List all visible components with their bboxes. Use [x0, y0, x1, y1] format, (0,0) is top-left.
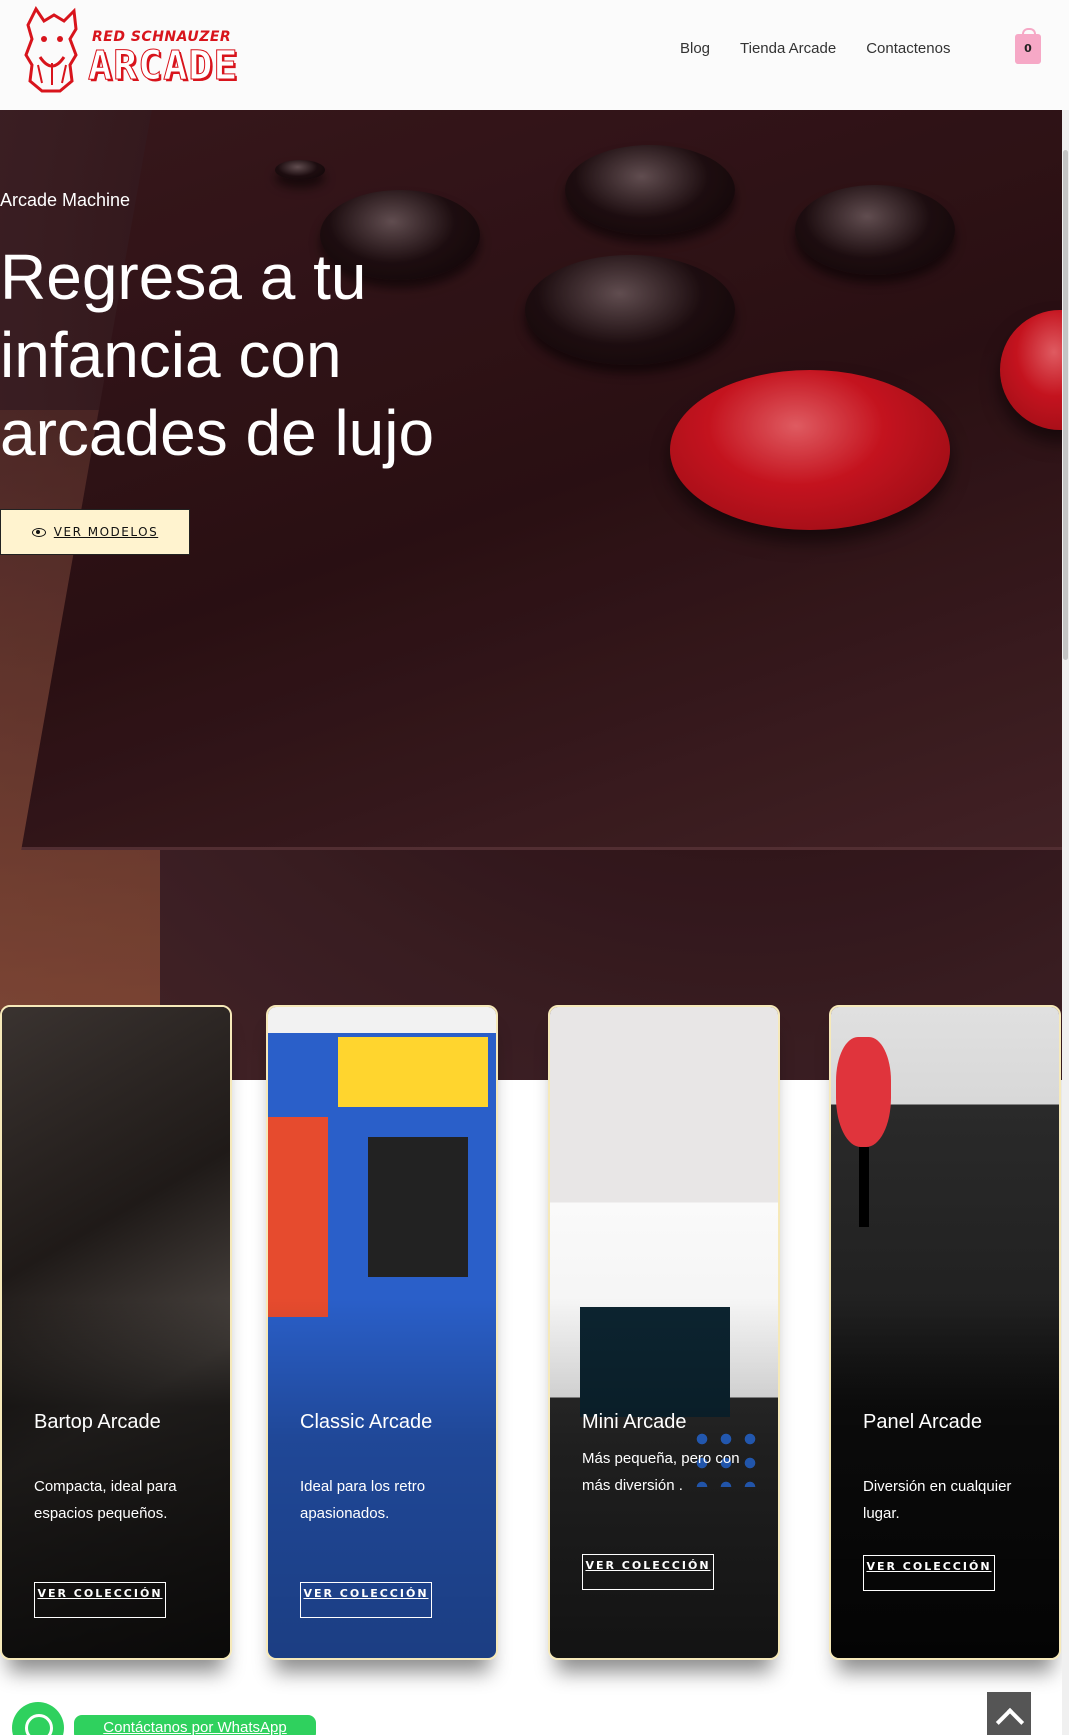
- logo-wordmark: ARCADE: [88, 43, 239, 90]
- card-description: Ideal para los retro apasionados.: [300, 1478, 426, 1522]
- whatsapp-contact-button[interactable]: Contáctanos por WhatsApp: [74, 1715, 316, 1735]
- card-title: Classic Arcade: [300, 1411, 433, 1433]
- page: RED SCHNAUZER ARCADE Blog Tienda Arcade …: [0, 0, 1069, 1735]
- nav-link-contactenos[interactable]: Contactenos: [866, 40, 950, 57]
- site-logo[interactable]: RED SCHNAUZER ARCADE: [20, 5, 238, 97]
- collection-card-classic[interactable]: Classic Arcade Ideal para los retro apas…: [266, 1005, 498, 1660]
- main-nav: Blog Tienda Arcade Contactenos: [680, 40, 950, 57]
- card-description: Diversión en cualquier lugar.: [863, 1478, 1012, 1522]
- scrollbar-thumb[interactable]: [1063, 150, 1068, 660]
- nav-link-blog[interactable]: Blog: [680, 40, 710, 57]
- card-title: Bartop Arcade: [34, 1411, 161, 1433]
- site-header: RED SCHNAUZER ARCADE Blog Tienda Arcade …: [0, 0, 1069, 110]
- ver-coleccion-button[interactable]: VER COLECCIÓN: [863, 1555, 995, 1591]
- cabinet-screen: [368, 1137, 468, 1277]
- ver-coleccion-button[interactable]: VER COLECCIÓN: [582, 1554, 714, 1590]
- hero-title: Regresa a tu infancia con arcades de luj…: [0, 241, 435, 469]
- collection-card-mini[interactable]: Mini Arcade Más pequeña, pero con más di…: [548, 1005, 780, 1660]
- hero-section: Arcade Machine Regresa a tu infancia con…: [0, 110, 1062, 1080]
- card-description: Más pequeña, pero con más diversión .: [582, 1450, 740, 1494]
- cabinet-character: [268, 1117, 328, 1317]
- scroll-to-top-button[interactable]: [987, 1692, 1031, 1735]
- schnauzer-icon: [24, 6, 78, 93]
- ver-coleccion-button[interactable]: VER COLECCIÓN: [300, 1582, 432, 1618]
- card-title: Panel Arcade: [863, 1411, 982, 1433]
- cart-count: 0: [1024, 42, 1032, 55]
- ver-coleccion-button[interactable]: VER COLECCIÓN: [34, 1582, 166, 1618]
- cabinet-marquee: [338, 1037, 488, 1107]
- card-title: Mini Arcade: [582, 1411, 687, 1433]
- collection-card-panel[interactable]: Panel Arcade Diversión en cualquier luga…: [829, 1005, 1061, 1660]
- eye-icon: [31, 527, 46, 537]
- cart-icon[interactable]: 0: [1015, 28, 1041, 64]
- card-description: Compacta, ideal para espacios pequeños.: [34, 1478, 177, 1522]
- ver-modelos-label: VER MODELOS: [53, 525, 159, 539]
- hero-subtitle: Arcade Machine: [0, 190, 131, 210]
- nav-link-tienda-arcade[interactable]: Tienda Arcade: [740, 40, 836, 57]
- joystick-shaft: [859, 1147, 869, 1227]
- ver-modelos-button[interactable]: VER MODELOS: [0, 509, 190, 555]
- joystick-ball: [836, 1037, 891, 1147]
- whatsapp-icon[interactable]: [12, 1702, 64, 1735]
- collection-card-bartop[interactable]: Bartop Arcade Compacta, ideal para espac…: [0, 1005, 232, 1660]
